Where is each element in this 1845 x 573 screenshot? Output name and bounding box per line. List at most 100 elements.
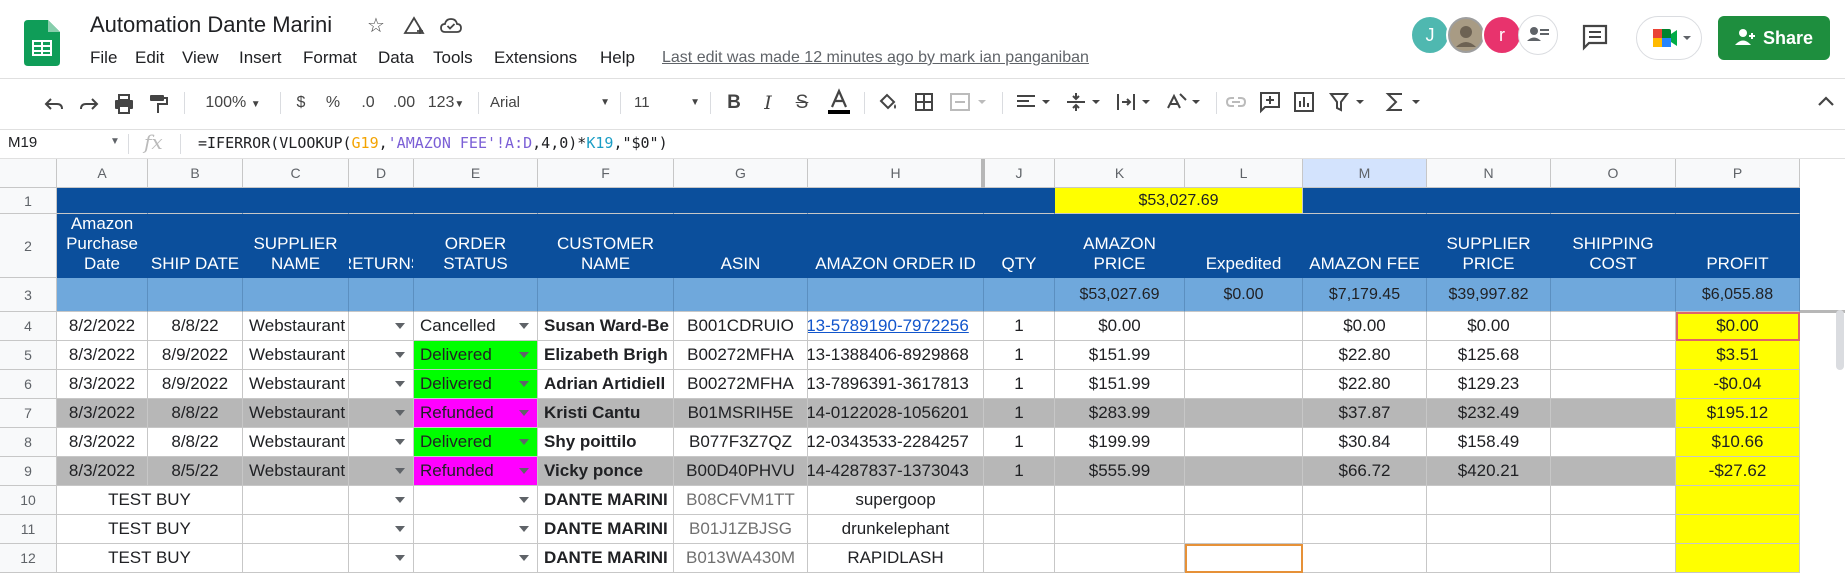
- decrease-decimal-button[interactable]: .0: [352, 90, 384, 116]
- expedited-cell[interactable]: [1185, 370, 1303, 399]
- header-band-cell[interactable]: [414, 188, 538, 214]
- table-cell[interactable]: [1427, 544, 1551, 573]
- test-buy-cell[interactable]: TEST BUY: [57, 486, 243, 515]
- purchase-date-cell[interactable]: 8/3/2022: [57, 341, 148, 370]
- table-cell[interactable]: [1303, 515, 1427, 544]
- table-cell[interactable]: [1551, 544, 1676, 573]
- order-status-dropdown[interactable]: Refunded: [414, 457, 538, 486]
- menu-file[interactable]: File: [90, 48, 117, 68]
- supplier-price-cell[interactable]: $420.21: [1427, 457, 1551, 486]
- functions-icon[interactable]: [1384, 90, 1428, 116]
- profit-cell[interactable]: $195.12: [1676, 399, 1800, 428]
- filter-icon[interactable]: [1328, 90, 1372, 116]
- table-cell[interactable]: [1303, 544, 1427, 573]
- column-header-h[interactable]: H: [808, 159, 984, 188]
- insert-chart-icon[interactable]: [1292, 90, 1318, 116]
- percent-format-button[interactable]: %: [322, 90, 344, 116]
- profit-cell[interactable]: [1676, 544, 1800, 573]
- column-header-f[interactable]: F: [538, 159, 674, 188]
- order-id-cell[interactable]: 113-5789190-7972256: [808, 312, 984, 341]
- order-id-cell[interactable]: drunkelephant: [808, 515, 984, 544]
- qty-cell[interactable]: 1: [984, 428, 1055, 457]
- ship-date-cell[interactable]: 8/8/22: [148, 428, 243, 457]
- amazon-fee-cell[interactable]: $37.87: [1303, 399, 1427, 428]
- bold-icon[interactable]: B: [722, 90, 746, 116]
- row-header-11[interactable]: 11: [0, 515, 57, 544]
- order-status-dropdown[interactable]: Delivered: [414, 341, 538, 370]
- supplier-price-cell[interactable]: $0.00: [1427, 312, 1551, 341]
- amazon-price-cell[interactable]: $151.99: [1055, 341, 1185, 370]
- undo-icon[interactable]: [42, 92, 66, 118]
- supplier-name-cell[interactable]: Webstaurant: [243, 399, 349, 428]
- returns-dropdown[interactable]: [349, 544, 414, 573]
- customer-name-cell[interactable]: Kristi Cantu: [538, 399, 674, 428]
- column-title-d[interactable]: RETURNS: [349, 214, 414, 278]
- row-header-4[interactable]: 4: [0, 312, 57, 341]
- column-title-l[interactable]: Expedited: [1185, 214, 1303, 278]
- shipping-cost-cell[interactable]: [1551, 428, 1676, 457]
- column-title-h[interactable]: AMAZON ORDER ID: [808, 214, 984, 278]
- shipping-cost-cell[interactable]: [1551, 399, 1676, 428]
- customer-name-cell[interactable]: Susan Ward-Be: [538, 312, 674, 341]
- zoom-select[interactable]: 100% ▼: [198, 90, 268, 116]
- italic-icon[interactable]: I: [756, 90, 780, 116]
- supplier-name-cell[interactable]: Webstaurant: [243, 370, 349, 399]
- column-title-j[interactable]: QTY: [984, 214, 1055, 278]
- expedited-cell[interactable]: [1185, 428, 1303, 457]
- more-formats-select[interactable]: 123▼: [424, 90, 468, 116]
- table-cell[interactable]: [243, 486, 349, 515]
- sheets-logo[interactable]: [24, 20, 60, 66]
- totals-cell[interactable]: [808, 278, 984, 312]
- order-status-dropdown[interactable]: [414, 544, 538, 573]
- expedited-cell[interactable]: [1185, 341, 1303, 370]
- totals-cell[interactable]: [148, 278, 243, 312]
- order-id-cell[interactable]: supergoop: [808, 486, 984, 515]
- totals-cell[interactable]: [984, 278, 1055, 312]
- returns-dropdown[interactable]: [349, 341, 414, 370]
- totals-cell[interactable]: [414, 278, 538, 312]
- table-cell[interactable]: [243, 515, 349, 544]
- table-cell[interactable]: [1427, 486, 1551, 515]
- order-status-dropdown[interactable]: [414, 486, 538, 515]
- totals-cell[interactable]: $7,179.45: [1303, 278, 1427, 312]
- returns-dropdown[interactable]: [349, 399, 414, 428]
- asin-cell[interactable]: B077F3Z7QZ: [674, 428, 808, 457]
- last-edit-link[interactable]: Last edit was made 12 minutes ago by mar…: [662, 49, 1089, 67]
- shipping-cost-cell[interactable]: [1551, 312, 1676, 341]
- header-band-cell[interactable]: [538, 188, 674, 214]
- order-status-dropdown[interactable]: Delivered: [414, 428, 538, 457]
- supplier-name-cell[interactable]: Webstaurant: [243, 428, 349, 457]
- table-cell[interactable]: [984, 515, 1055, 544]
- amazon-price-cell[interactable]: $0.00: [1055, 312, 1185, 341]
- header-band-cell[interactable]: [57, 188, 148, 214]
- print-icon[interactable]: [112, 92, 136, 118]
- text-wrapping-icon[interactable]: [1114, 90, 1158, 116]
- column-title-f[interactable]: CUSTOMER NAME: [538, 214, 674, 278]
- returns-dropdown[interactable]: [349, 428, 414, 457]
- totals-cell[interactable]: $6,055.88: [1676, 278, 1800, 312]
- qty-cell[interactable]: 1: [984, 370, 1055, 399]
- table-cell[interactable]: [1055, 544, 1185, 573]
- column-title-n[interactable]: SUPPLIER PRICE: [1427, 214, 1551, 278]
- customer-name-cell[interactable]: DANTE MARINI: [538, 486, 674, 515]
- totals-cell[interactable]: $0.00: [1185, 278, 1303, 312]
- column-title-b[interactable]: SHIP DATE: [148, 214, 243, 278]
- row-header-1[interactable]: 1: [0, 188, 57, 214]
- ship-date-cell[interactable]: 8/9/2022: [148, 370, 243, 399]
- column-title-a[interactable]: Amazon Purchase Date: [57, 214, 148, 278]
- supplier-price-cell[interactable]: $125.68: [1427, 341, 1551, 370]
- vertical-align-icon[interactable]: [1064, 90, 1108, 116]
- asin-cell[interactable]: B00D40PHVU: [674, 457, 808, 486]
- profit-cell[interactable]: $3.51: [1676, 341, 1800, 370]
- menu-insert[interactable]: Insert: [239, 48, 282, 68]
- row-header-2[interactable]: 2: [0, 214, 57, 278]
- qty-cell[interactable]: 1: [984, 312, 1055, 341]
- column-header-d[interactable]: D: [349, 159, 414, 188]
- returns-dropdown[interactable]: [349, 370, 414, 399]
- avatar[interactable]: r: [1482, 15, 1522, 55]
- asin-cell[interactable]: B01J1ZBJSG: [674, 515, 808, 544]
- column-header-a[interactable]: A: [57, 159, 148, 188]
- menu-view[interactable]: View: [182, 48, 219, 68]
- table-cell[interactable]: [1185, 515, 1303, 544]
- menu-extensions[interactable]: Extensions: [494, 48, 577, 68]
